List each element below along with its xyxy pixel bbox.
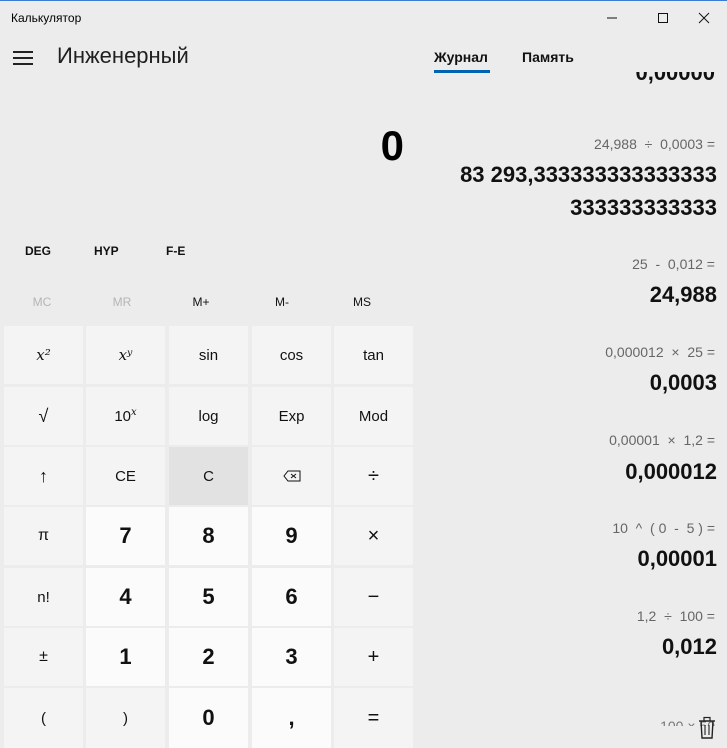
history-expression[interactable]: 0,000012 × 25 =: [605, 344, 715, 360]
maximize-button[interactable]: [640, 2, 686, 34]
memory-clear-button[interactable]: MC: [12, 295, 72, 309]
history-expression[interactable]: 24,988 ÷ 0,0003 =: [594, 136, 715, 152]
power-button[interactable]: xʸ: [86, 326, 165, 384]
history-result[interactable]: 0,0003: [650, 370, 717, 396]
close-button[interactable]: [681, 2, 727, 34]
history-expression[interactable]: 0,00001 × 1,2 =: [609, 432, 715, 448]
negate-button[interactable]: ±: [4, 628, 83, 686]
digit-2-button[interactable]: 2: [169, 628, 248, 686]
backspace-button[interactable]: [252, 447, 331, 505]
power-icon: xʸ: [118, 346, 133, 364]
history-result[interactable]: 0,00001: [637, 546, 717, 572]
factorial-button[interactable]: n!: [4, 568, 83, 626]
left-paren-button[interactable]: (: [4, 688, 83, 748]
mode-title: Инженерный: [57, 43, 189, 68]
shift-button[interactable]: ↑: [4, 447, 83, 505]
sin-button[interactable]: sin: [169, 326, 248, 384]
tab-memory[interactable]: Память: [522, 49, 574, 65]
hyp-button[interactable]: HYP: [94, 244, 119, 258]
clear-button[interactable]: C: [169, 447, 248, 505]
fe-button[interactable]: F-E: [166, 244, 185, 258]
equals-button[interactable]: =: [334, 688, 413, 748]
tab-history-underline: [434, 70, 490, 73]
digit-8-button[interactable]: 8: [169, 507, 248, 565]
memory-subtract-button[interactable]: M-: [252, 295, 312, 309]
square-button[interactable]: x²: [4, 326, 83, 384]
history-expression[interactable]: 25 - 0,012 =: [632, 256, 715, 272]
angle-mode-button[interactable]: DEG: [25, 244, 51, 258]
mod-button[interactable]: Mod: [334, 387, 413, 445]
ten-power-button[interactable]: 10x: [86, 387, 165, 445]
digit-3-button[interactable]: 3: [252, 628, 331, 686]
digit-1-button[interactable]: 1: [86, 628, 165, 686]
title-bar: Калькулятор: [0, 1, 727, 34]
history-partial-item: 0,00000: [625, 72, 715, 97]
history-result[interactable]: 24,988: [650, 282, 717, 308]
app-title: Калькулятор: [11, 11, 82, 25]
right-paren-button[interactable]: ): [86, 688, 165, 748]
maximize-icon: [658, 13, 668, 23]
multiply-button[interactable]: ×: [334, 507, 413, 565]
minimize-icon: [607, 17, 617, 19]
memory-store-button[interactable]: MS: [332, 295, 392, 309]
history-result[interactable]: 83 293,333333333333333: [460, 162, 717, 188]
decimal-button[interactable]: ,: [252, 688, 331, 748]
minus-button[interactable]: −: [334, 568, 413, 626]
digit-7-button[interactable]: 7: [86, 507, 165, 565]
backspace-icon: [282, 470, 300, 482]
history-result[interactable]: 0,012: [662, 634, 717, 660]
clear-history-button[interactable]: [697, 716, 717, 740]
digit-6-button[interactable]: 6: [252, 568, 331, 626]
pi-button[interactable]: π: [4, 507, 83, 565]
close-icon: [698, 12, 710, 24]
tan-button[interactable]: tan: [334, 326, 413, 384]
digit-4-button[interactable]: 4: [86, 568, 165, 626]
memory-add-button[interactable]: M+: [171, 295, 231, 309]
log-button[interactable]: log: [169, 387, 248, 445]
divide-button[interactable]: ÷: [334, 447, 413, 505]
digit-0-button[interactable]: 0: [169, 688, 248, 748]
memory-recall-button[interactable]: MR: [92, 295, 152, 309]
history-partial-result: 0,00000: [635, 72, 715, 85]
display-value: 0: [380, 122, 404, 169]
clear-entry-button[interactable]: CE: [86, 447, 165, 505]
cos-button[interactable]: cos: [252, 326, 331, 384]
menu-hamburger-icon[interactable]: [10, 48, 36, 68]
history-result[interactable]: 0,000012: [625, 459, 717, 485]
minimize-button[interactable]: [589, 2, 635, 34]
digit-9-button[interactable]: 9: [252, 507, 331, 565]
ten-power-icon: 10x: [114, 407, 137, 425]
sqrt-button[interactable]: √: [4, 387, 83, 445]
exp-button[interactable]: Exp: [252, 387, 331, 445]
digit-5-button[interactable]: 5: [169, 568, 248, 626]
tab-history[interactable]: Журнал: [434, 49, 488, 65]
trash-icon: [699, 716, 715, 739]
history-expression[interactable]: 10 ^ ( 0 - 5 ) =: [612, 520, 715, 536]
square-icon: x²: [36, 346, 51, 364]
history-result-continued[interactable]: 333333333333: [570, 195, 717, 221]
history-expression[interactable]: 1,2 ÷ 100 =: [637, 608, 715, 624]
plus-button[interactable]: +: [334, 628, 413, 686]
